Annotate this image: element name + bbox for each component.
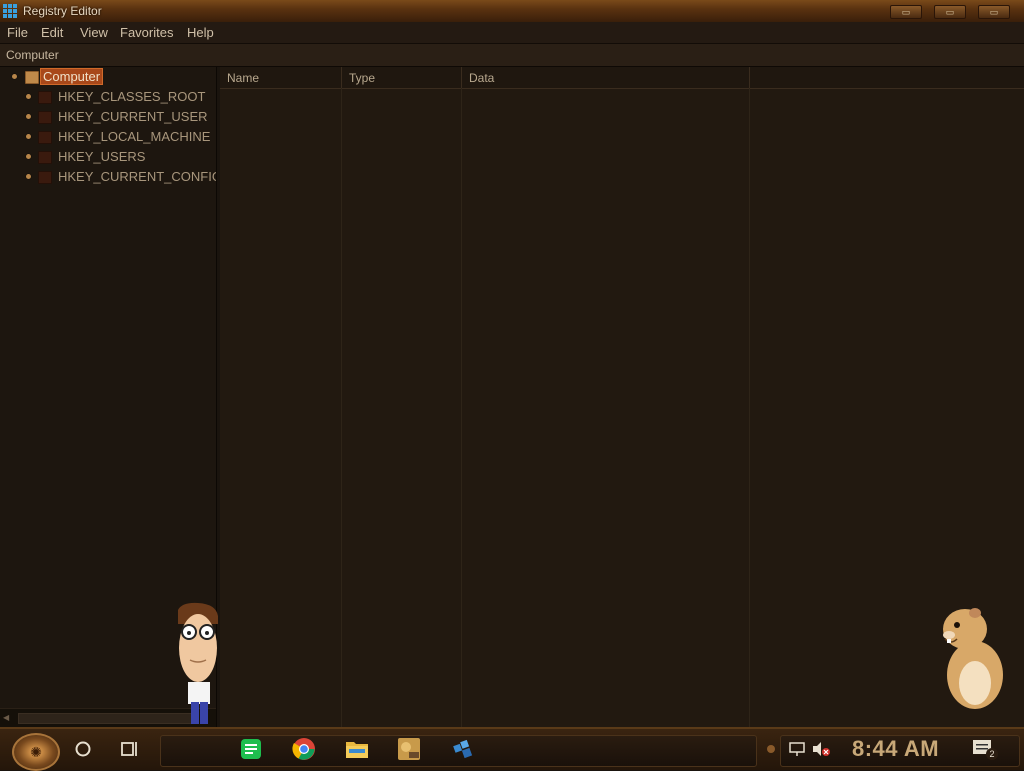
tree-label-computer[interactable]: Computer bbox=[40, 68, 104, 85]
task-view-icon[interactable] bbox=[117, 737, 143, 761]
tree-label[interactable]: HKEY_USERS bbox=[58, 149, 145, 164]
taskbar-clock[interactable]: 8:44 AM bbox=[852, 736, 939, 762]
column-label: Type bbox=[349, 71, 376, 85]
tree-item-hkcr[interactable]: HKEY_CLASSES_ROOT bbox=[0, 87, 216, 107]
chrome-icon[interactable] bbox=[291, 737, 317, 761]
tree-item-hkcc[interactable]: HKEY_CURRENT_CONFIG bbox=[0, 167, 216, 187]
expand-icon[interactable] bbox=[26, 154, 31, 159]
values-list[interactable]: Name Type Data bbox=[220, 67, 1024, 727]
folder-icon bbox=[38, 171, 52, 184]
folder-icon bbox=[38, 131, 52, 144]
column-label: Data bbox=[469, 71, 495, 85]
column-header-data[interactable]: Data bbox=[462, 67, 750, 89]
tree-item-hku[interactable]: HKEY_USERS bbox=[0, 147, 216, 167]
expand-icon[interactable] bbox=[12, 74, 17, 79]
column-divider bbox=[749, 88, 750, 727]
close-button[interactable]: ▭ bbox=[978, 5, 1010, 19]
column-label: Name bbox=[227, 71, 260, 85]
network-icon[interactable] bbox=[784, 737, 810, 761]
title-bar: Registry Editor ▭ ▭ ▭ bbox=[0, 0, 1024, 23]
registry-editor-icon bbox=[3, 4, 17, 18]
tree-item-computer[interactable]: Computer bbox=[0, 67, 216, 87]
tree-item-hkcu[interactable]: HKEY_CURRENT_USER bbox=[0, 107, 216, 127]
menu-view[interactable]: View bbox=[80, 25, 108, 40]
menu-bar: File Edit View Favorites Help bbox=[0, 22, 1024, 44]
menu-edit[interactable]: Edit bbox=[41, 25, 63, 40]
address-path[interactable]: Computer bbox=[6, 48, 59, 62]
maximize-button[interactable]: ▭ bbox=[934, 5, 966, 19]
menu-file[interactable]: File bbox=[7, 25, 28, 40]
tray-expand-icon[interactable] bbox=[764, 737, 778, 761]
tree-label[interactable]: HKEY_LOCAL_MACHINE bbox=[58, 129, 210, 144]
address-bar[interactable]: Computer bbox=[0, 44, 1024, 67]
minimize-button[interactable]: ▭ bbox=[890, 5, 922, 19]
window-title: Registry Editor bbox=[23, 4, 102, 18]
chat-app-icon[interactable] bbox=[238, 737, 264, 761]
column-divider bbox=[461, 88, 462, 727]
cartoon-man-icon bbox=[178, 602, 218, 724]
scroll-thumb[interactable] bbox=[18, 713, 192, 724]
start-orb-icon[interactable]: ✺ bbox=[12, 733, 60, 771]
tree-label[interactable]: HKEY_CLASSES_ROOT bbox=[58, 89, 205, 104]
registry-editor-icon[interactable] bbox=[450, 737, 476, 761]
scroll-left-icon[interactable]: ◀ bbox=[3, 713, 13, 722]
column-header-name[interactable]: Name bbox=[220, 67, 342, 89]
file-explorer-icon[interactable] bbox=[344, 737, 370, 761]
tree-label[interactable]: HKEY_CURRENT_CONFIG bbox=[58, 169, 216, 184]
menu-help[interactable]: Help bbox=[187, 25, 214, 40]
folder-icon bbox=[38, 111, 52, 124]
expand-icon[interactable] bbox=[26, 114, 31, 119]
tree-item-hklm[interactable]: HKEY_LOCAL_MACHINE bbox=[0, 127, 216, 147]
folder-icon bbox=[38, 91, 52, 104]
expand-icon[interactable] bbox=[26, 174, 31, 179]
volume-muted-icon[interactable] bbox=[808, 737, 834, 761]
search-circle-icon[interactable] bbox=[70, 737, 96, 761]
expand-icon[interactable] bbox=[26, 134, 31, 139]
computer-icon bbox=[25, 71, 39, 84]
tree-label[interactable]: HKEY_CURRENT_USER bbox=[58, 109, 208, 124]
notification-count-badge: 2 bbox=[986, 748, 998, 760]
hamster-icon bbox=[943, 608, 1003, 709]
menu-favorites[interactable]: Favorites bbox=[120, 25, 173, 40]
expand-icon[interactable] bbox=[26, 94, 31, 99]
game-app-icon[interactable] bbox=[396, 737, 422, 761]
column-header-empty bbox=[750, 67, 1024, 89]
folder-icon bbox=[38, 151, 52, 164]
column-header-type[interactable]: Type bbox=[342, 67, 462, 89]
column-divider bbox=[341, 88, 342, 727]
